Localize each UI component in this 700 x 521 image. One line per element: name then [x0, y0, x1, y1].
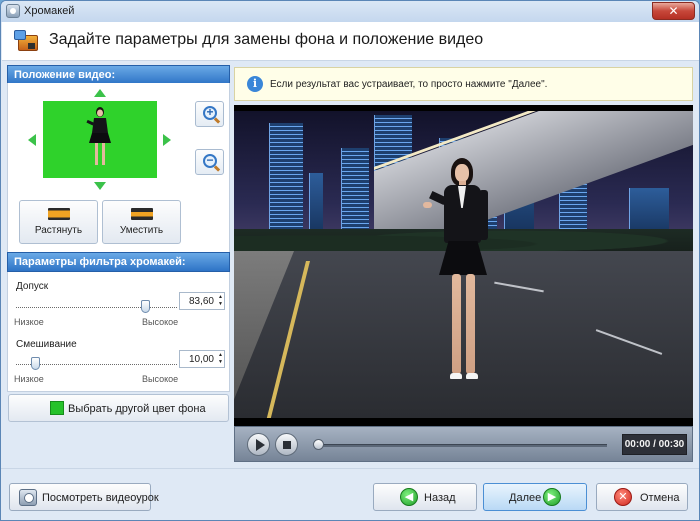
tolerance-min-label: Низкое — [14, 317, 44, 327]
video-preview[interactable] — [234, 105, 693, 426]
tolerance-spinbox[interactable]: 83,60 — [179, 292, 225, 310]
blend-slider-track[interactable] — [16, 364, 177, 365]
filter-panel: Допуск Низкое Высокое 83,60 Смешивание Н… — [7, 272, 230, 392]
next-button[interactable]: Далее ▶ — [483, 483, 587, 511]
choose-bg-color-button[interactable]: Выбрать другой цвет фона — [8, 394, 229, 422]
window-title: Хромакей — [24, 5, 75, 17]
blend-min-label: Низкое — [14, 374, 44, 384]
play-icon — [256, 439, 265, 451]
stop-icon — [283, 441, 291, 449]
next-arrow-icon: ▶ — [543, 488, 561, 506]
header: Задайте параметры для замены фона и поло… — [2, 22, 699, 61]
player-controls: 00:00 / 00:30 — [234, 426, 693, 462]
move-left-arrow-icon[interactable] — [28, 134, 36, 146]
person-preview-icon — [86, 107, 111, 165]
title-bar: Хромакей ✕ — [1, 1, 699, 22]
tolerance-label: Допуск — [16, 281, 49, 292]
tolerance-slider-thumb[interactable] — [140, 300, 150, 313]
seek-bar[interactable] — [315, 444, 607, 447]
blend-max-label: Высокое — [142, 374, 179, 384]
fit-button[interactable]: Уместить — [102, 200, 181, 244]
page-title: Задайте параметры для замены фона и поло… — [49, 31, 484, 48]
choose-bg-color-label: Выбрать другой цвет фона — [68, 403, 206, 415]
back-button[interactable]: ◀ Назад — [373, 483, 477, 511]
blend-spinbox[interactable]: 10,00 — [179, 350, 225, 368]
stretch-button[interactable]: Растянуть — [19, 200, 98, 244]
info-icon: i — [247, 76, 263, 92]
watch-tutorial-label: Посмотреть видеоурок — [42, 492, 159, 504]
fit-icon — [130, 208, 153, 220]
cancel-button[interactable]: ✕ Отмена — [596, 483, 688, 511]
zoom-out-button[interactable]: − — [195, 149, 224, 175]
seek-thumb[interactable] — [313, 439, 324, 450]
fit-label: Уместить — [119, 225, 164, 236]
timecode: 00:00 / 00:30 — [622, 434, 687, 455]
chromakey-window: Хромакей ✕ Задайте параметры для замены … — [0, 0, 700, 521]
chromakey-icon — [14, 30, 40, 54]
tolerance-max-label: Высокое — [142, 317, 179, 327]
position-panel-heading: Положение видео: — [7, 65, 230, 85]
blend-slider-thumb[interactable] — [31, 357, 41, 370]
blend-label: Смешивание — [16, 339, 77, 350]
back-arrow-icon: ◀ — [400, 488, 418, 506]
stretch-icon — [47, 208, 70, 220]
filter-panel-heading: Параметры фильтра хромакей: — [7, 252, 230, 272]
video-tutorial-icon — [19, 489, 37, 506]
video-position-preview[interactable] — [43, 101, 157, 178]
cancel-icon: ✕ — [614, 488, 632, 506]
person-in-video — [423, 156, 499, 396]
tolerance-slider-track[interactable] — [16, 307, 177, 308]
info-bar: i Если результат вас устраивает, то прос… — [234, 67, 693, 101]
stretch-label: Растянуть — [34, 225, 83, 236]
cancel-label: Отмена — [640, 492, 680, 504]
position-panel: + − Растянуть Уместить — [7, 83, 230, 255]
back-label: Назад — [424, 492, 456, 504]
move-up-arrow-icon[interactable] — [94, 89, 106, 97]
next-label: Далее — [509, 492, 542, 504]
footer: Посмотреть видеоурок ◀ Назад Далее ▶ ✕ О… — [1, 468, 699, 520]
color-swatch — [50, 401, 64, 415]
move-down-arrow-icon[interactable] — [94, 182, 106, 190]
window-close-button[interactable]: ✕ — [652, 2, 695, 20]
info-text: Если результат вас устраивает, то просто… — [270, 79, 548, 90]
stop-button[interactable] — [275, 433, 298, 456]
play-button[interactable] — [247, 433, 270, 456]
app-icon — [6, 4, 20, 18]
move-right-arrow-icon[interactable] — [163, 134, 171, 146]
video-frame — [234, 111, 693, 418]
watch-tutorial-button[interactable]: Посмотреть видеоурок — [9, 483, 159, 511]
zoom-in-button[interactable]: + — [195, 101, 224, 127]
